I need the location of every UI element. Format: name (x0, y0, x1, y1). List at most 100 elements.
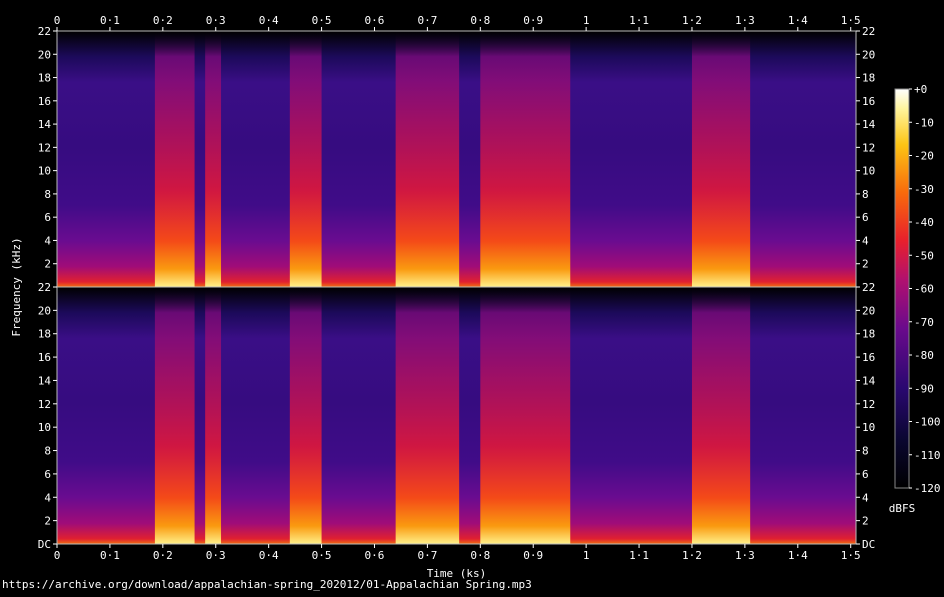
y-tick-label-right: 4 (862, 234, 869, 247)
loud-segment-2-6 (691, 287, 751, 544)
loud-segment-2-3 (289, 287, 322, 544)
x-tick-label-bottom: 0·1 (100, 549, 120, 562)
y-tick-label-right: 2 (862, 515, 869, 528)
y-tick-label-left: 4 (44, 491, 51, 504)
colorbar-tick-label: -100 (914, 416, 941, 429)
y-axis-label: Frequency (kHz) (10, 237, 23, 336)
y-tick-label-left: 18 (38, 328, 51, 341)
y-tick-label-left: 12 (38, 398, 51, 411)
source-url-text: https://archive.org/download/appalachian… (2, 578, 532, 591)
y-tick-label-right: 12 (862, 141, 875, 154)
x-tick-label-bottom: 0·4 (259, 549, 279, 562)
colorbar-tick-label: -10 (914, 116, 934, 129)
colorbar-label: dBFS (889, 502, 916, 515)
y-tick-label-left: 6 (44, 468, 51, 481)
x-tick-label-top: 1 (583, 14, 590, 27)
x-tick-label-bottom: 0·3 (206, 549, 226, 562)
x-tick-label-top: 1·5 (841, 14, 861, 27)
x-tick-label-bottom: 1·3 (735, 549, 755, 562)
y-tick-label-left: 18 (38, 72, 51, 85)
colorbar-tick-label: -60 (914, 283, 934, 296)
y-tick-label-right: 20 (862, 48, 875, 61)
x-tick-label-bottom: 0·7 (417, 549, 437, 562)
y-tick-label-left: 22 (38, 281, 51, 294)
y-tick-label-right: 18 (862, 72, 875, 85)
loud-segment-1-3 (289, 31, 322, 287)
y-tick-label-right: 22 (862, 25, 875, 38)
y-tick-label-left: 12 (38, 141, 51, 154)
x-tick-label-bottom: 1·2 (682, 549, 702, 562)
y-tick-label-left: 2 (44, 515, 51, 528)
y-tick-label-left: 14 (38, 118, 52, 131)
colorbar-tick-label: -110 (914, 449, 941, 462)
x-tick-label-top: 0·4 (259, 14, 279, 27)
loud-segment-2-5 (480, 287, 571, 544)
y-tick-label-right: 20 (862, 304, 875, 317)
x-tick-label-top: 0·8 (470, 14, 490, 27)
y-tick-label-left: 10 (38, 421, 51, 434)
colorbar-tick-label: -80 (914, 349, 934, 362)
x-tick-label-bottom: 0·6 (365, 549, 385, 562)
x-tick-label-bottom: 0·9 (523, 549, 543, 562)
colorbar-gradient (895, 89, 909, 488)
loud-segment-1-1 (154, 31, 195, 287)
spectrogram-figure: 22 22 20 20 18 18 16 16 14 14 12 12 10 10 8 8 6 6 4 4 2 2 22 22… (0, 0, 944, 593)
y-tick-label-left: 16 (38, 95, 51, 108)
x-tick-label-top: 1·4 (788, 14, 808, 27)
x-tick-label-top: 0·1 (100, 14, 120, 27)
y-tick-label-left: 16 (38, 351, 51, 364)
y-tick-label-left: 10 (38, 165, 51, 178)
y-tick-label-right: 22 (862, 281, 875, 294)
loud-segment-1-2 (205, 31, 222, 287)
y-tick-label-left: DC (38, 538, 51, 551)
y-tick-label-left: 8 (44, 188, 51, 201)
y-tick-label-right: 10 (862, 165, 875, 178)
x-tick-label-bottom: 0·5 (312, 549, 332, 562)
y-tick-label-left: 4 (44, 234, 51, 247)
y-tick-label-left: 2 (44, 258, 51, 271)
y-tick-label-right: 16 (862, 351, 875, 364)
x-tick-label-bottom: 0 (54, 549, 61, 562)
y-tick-label-right: 8 (862, 188, 869, 201)
colorbar-tick-label: -90 (914, 382, 934, 395)
y-tick-label-right: 18 (862, 328, 875, 341)
colorbar-tick-label: -40 (914, 216, 934, 229)
y-tick-label-left: 20 (38, 304, 51, 317)
x-tick-label-top: 0·9 (523, 14, 543, 27)
colorbar-tick-label: -20 (914, 150, 934, 163)
x-tick-label-top: 0 (54, 14, 61, 27)
y-tick-label-right: 4 (862, 491, 869, 504)
loud-segment-1-5 (480, 31, 571, 287)
x-tick-label-bottom: 1 (583, 549, 590, 562)
x-tick-label-top: 1·3 (735, 14, 755, 27)
loud-segment-2-4 (395, 287, 460, 544)
y-tick-label-right: 8 (862, 445, 869, 458)
spectrogram-chart: 22 2220 2018 1816 1614 1412 1210 108 86 64 42 222 22… (10, 14, 941, 580)
y-tick-label-left: 22 (38, 25, 51, 38)
y-tick-label-left: 14 (38, 374, 52, 387)
x-tick-label-top: 0·2 (153, 14, 173, 27)
colorbar-tick-label: -50 (914, 249, 934, 262)
x-tick-label-bottom: 0·8 (470, 549, 490, 562)
y-tick-label-right: 10 (862, 421, 875, 434)
x-tick-label-top: 0·6 (365, 14, 385, 27)
y-tick-label-left: 8 (44, 445, 51, 458)
x-tick-label-top: 0·5 (312, 14, 332, 27)
x-tick-label-bottom: 1·4 (788, 549, 808, 562)
loud-segment-1-6 (691, 31, 751, 287)
loud-segment-2-2 (205, 287, 222, 544)
y-tick-label-left: 20 (38, 48, 51, 61)
x-tick-label-top: 1·1 (629, 14, 649, 27)
y-tick-label-left: 6 (44, 211, 51, 224)
x-tick-label-bottom: 0·2 (153, 549, 173, 562)
y-tick-label-right: 16 (862, 95, 875, 108)
x-tick-label-top: 0·3 (206, 14, 226, 27)
y-tick-label-right: 2 (862, 258, 869, 271)
y-tick-label-right: 14 (862, 374, 876, 387)
x-tick-label-top: 1·2 (682, 14, 702, 27)
y-tick-label-right: 14 (862, 118, 876, 131)
x-tick-label-bottom: 1·1 (629, 549, 649, 562)
colorbar-tick-label: -30 (914, 183, 934, 196)
y-tick-label-right: 12 (862, 398, 875, 411)
loud-segment-2-1 (154, 287, 195, 544)
